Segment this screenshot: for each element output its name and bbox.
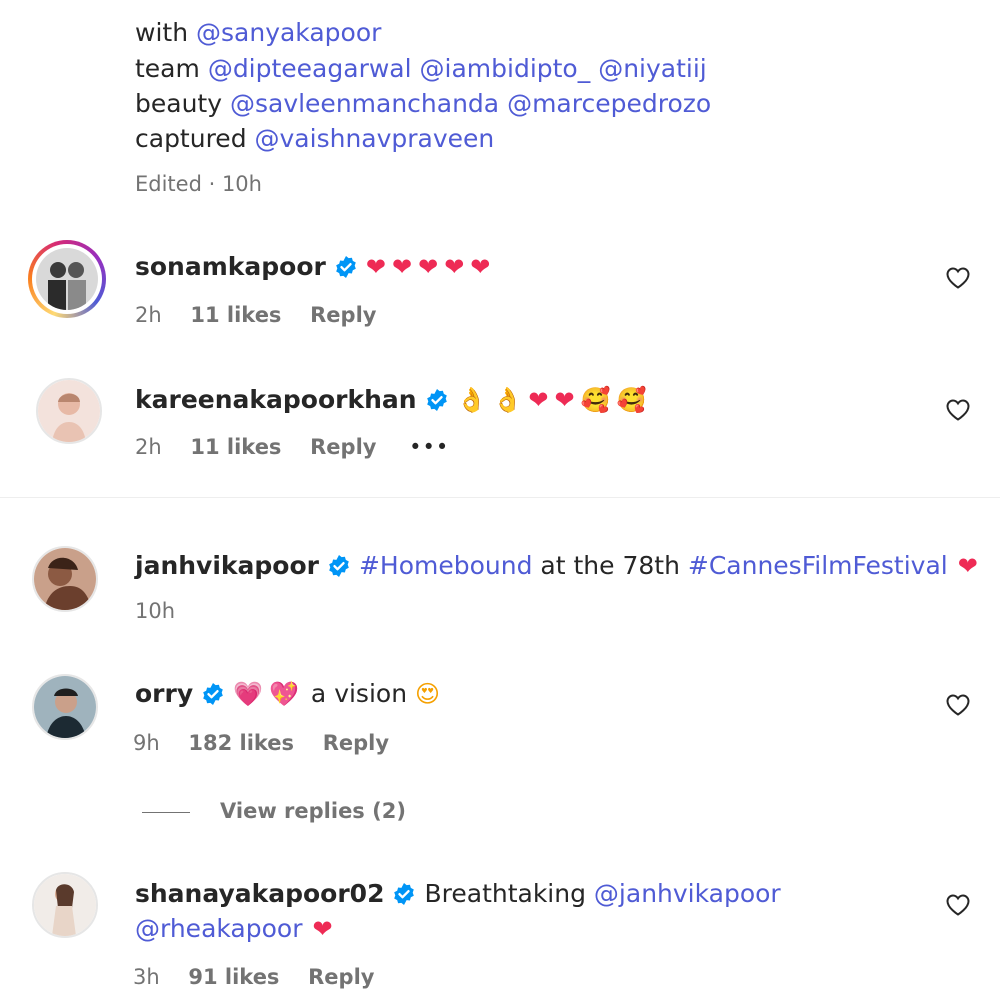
mention-link[interactable]: @savleenmanchanda xyxy=(230,89,499,118)
reply-button[interactable]: Reply xyxy=(308,965,374,989)
comment-likes[interactable]: 11 likes xyxy=(190,303,281,327)
avatar[interactable] xyxy=(36,378,102,444)
caption-line-beauty: beauty @savleenmanchanda @marcepedrozo xyxy=(135,89,712,118)
ok-hand-emoji: 👌 xyxy=(492,386,523,414)
heart-emoji: ❤ xyxy=(418,253,439,281)
verified-badge-icon xyxy=(203,683,223,705)
comment-text: a vision xyxy=(310,679,408,708)
comment-meta: 2h 11 likes Reply ••• xyxy=(135,435,449,459)
verified-badge-icon xyxy=(426,389,447,411)
heart-eyes-emoji: 😍 xyxy=(415,680,441,708)
reply-button[interactable]: Reply xyxy=(310,435,376,459)
comment-body: sonamkapoor ❤ ❤ ❤ ❤ ❤ xyxy=(135,250,496,284)
heart-emoji: ❤ xyxy=(391,253,413,281)
reply-button[interactable]: Reply xyxy=(323,731,389,755)
heart-outline-icon[interactable] xyxy=(945,266,971,290)
comment-likes[interactable]: 182 likes xyxy=(188,731,294,755)
heart-outline-icon[interactable] xyxy=(945,693,971,717)
verified-badge-icon xyxy=(329,555,349,577)
more-options-icon[interactable]: ••• xyxy=(409,435,449,459)
mention-link[interactable]: @vaishnavpraveen xyxy=(255,124,495,153)
heart-emoji: ❤ xyxy=(312,915,333,943)
comment-likes[interactable]: 11 likes xyxy=(190,435,281,459)
edited-timestamp: Edited · 10h xyxy=(135,172,262,196)
view-replies-line xyxy=(142,812,190,813)
avatar[interactable] xyxy=(32,546,98,612)
heart-emoji: ❤ xyxy=(957,552,978,580)
sparkling-heart-emoji: 💖 xyxy=(269,680,299,708)
comment-meta: 3h 91 likes Reply xyxy=(133,965,374,989)
mention-link[interactable]: @iambidipto_ xyxy=(420,54,591,83)
comment-time: 2h xyxy=(135,303,162,327)
mention-link[interactable]: @sanyakapoor xyxy=(196,18,381,47)
section-divider xyxy=(0,497,1000,498)
avatar[interactable] xyxy=(32,872,98,938)
comment-likes[interactable]: 91 likes xyxy=(188,965,279,989)
comment-username[interactable]: sonamkapoor xyxy=(135,250,326,284)
post-text: at the 78th xyxy=(532,551,688,580)
heart-emoji: ❤ xyxy=(444,253,465,281)
mention-link[interactable]: @rheakapoor xyxy=(135,912,302,946)
ok-hand-emoji: 👌 xyxy=(456,386,487,414)
post-caption: janhvikapoor #Homebound at the 78th #Can… xyxy=(135,549,984,583)
avatar-image xyxy=(36,248,98,310)
hashtag-link[interactable]: #Homebound xyxy=(359,549,533,583)
caption-line-team: team @dipteeagarwal @iambidipto_ @niyati… xyxy=(135,54,707,83)
comment-body: kareenakapoorkhan 👌 👌 ❤ ❤ 🥰 🥰 xyxy=(135,383,652,417)
reply-button[interactable]: Reply xyxy=(310,303,376,327)
view-replies-button[interactable]: View replies (2) xyxy=(220,799,406,823)
heart-emoji: ❤ xyxy=(528,386,549,414)
mention-link[interactable]: @janhvikapoor xyxy=(594,877,781,911)
comment-username[interactable]: orry xyxy=(135,677,193,711)
verified-badge-icon xyxy=(336,256,356,278)
comment-username[interactable]: shanayakapoor02 xyxy=(135,877,384,911)
smiling-face-hearts-emoji: 🥰 xyxy=(616,386,647,414)
avatar[interactable] xyxy=(32,674,98,740)
caption-line-with: with @sanyakapoor xyxy=(135,18,382,47)
comment-time: 2h xyxy=(135,435,162,459)
pink-heart-emoji: 💗 xyxy=(233,680,264,708)
post-time: 10h xyxy=(135,599,176,623)
mention-link[interactable]: @marcepedrozo xyxy=(507,89,711,118)
comment-body: orry 💗 💖 a vision 😍 xyxy=(135,677,446,711)
hashtag-link[interactable]: #CannesFilmFestival xyxy=(688,549,948,583)
verified-badge-icon xyxy=(394,883,415,905)
comment-meta: 9h 182 likes Reply xyxy=(133,731,389,755)
heart-emoji: ❤ xyxy=(470,253,491,281)
comment-body: shanayakapoor02 Breathtaking @janhvikapo… xyxy=(135,877,781,911)
caption-line-captured: captured @vaishnavpraveen xyxy=(135,124,495,153)
heart-outline-icon[interactable] xyxy=(945,398,971,422)
comment-meta: 2h 11 likes Reply xyxy=(135,303,376,327)
comment-time: 9h xyxy=(133,731,160,755)
mention-link[interactable]: @dipteeagarwal xyxy=(208,54,412,83)
comment-time: 3h xyxy=(133,965,160,989)
comment-body-continued: @rheakapoor ❤ xyxy=(135,912,339,946)
heart-emoji: ❤ xyxy=(365,253,386,281)
post-username[interactable]: janhvikapoor xyxy=(135,549,319,583)
mention-link[interactable]: @niyatiij xyxy=(598,54,707,83)
smiling-face-hearts-emoji: 🥰 xyxy=(580,386,611,414)
heart-emoji: ❤ xyxy=(554,386,575,414)
comment-text: Breathtaking xyxy=(424,879,594,908)
heart-outline-icon[interactable] xyxy=(945,893,971,917)
comment-username[interactable]: kareenakapoorkhan xyxy=(135,383,417,417)
avatar[interactable] xyxy=(28,240,106,318)
